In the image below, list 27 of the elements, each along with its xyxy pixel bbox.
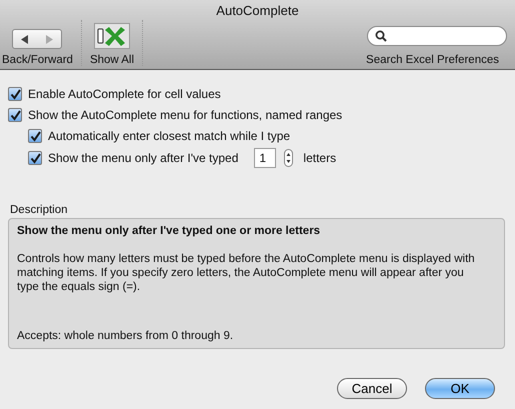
checkbox-label: Show the menu only after I've typed <box>48 151 238 165</box>
back-icon <box>21 34 30 44</box>
window-title: AutoComplete <box>215 2 300 20</box>
checkbox-label: Show the AutoComplete menu for functions, named ranges <box>28 108 342 122</box>
search-field[interactable] <box>367 26 507 46</box>
back-forward-label: Back/Forward <box>2 54 73 66</box>
checkbox[interactable] <box>8 108 22 122</box>
checkbox[interactable] <box>28 151 42 165</box>
search-label: Search Excel Preferences <box>366 54 499 66</box>
description-text: Controls how many letters must be typed before the AutoComplete menu is displayed with matching items. If you specify zero letters, the AutoComplete menu will appear after you type the equals sign (=). <box>17 252 476 294</box>
checkbox[interactable] <box>8 87 22 101</box>
cancel-button[interactable]: Cancel <box>337 378 407 399</box>
excel-icon[interactable] <box>94 23 130 49</box>
ok-button[interactable]: OK <box>425 378 495 399</box>
stepper-icon[interactable] <box>284 149 294 167</box>
letters-label: letters <box>303 151 336 165</box>
description-label: Description <box>10 204 69 216</box>
forward-icon <box>45 34 54 44</box>
checkbox-label: Automatically enter closest match while I type <box>48 129 290 143</box>
search-icon <box>375 30 387 42</box>
accepts-text: Accepts: whole numbers from 0 through 9. <box>17 330 234 342</box>
back-forward-control[interactable] <box>12 29 62 49</box>
checkbox[interactable] <box>28 129 42 143</box>
letter-count-field[interactable]: 1 <box>254 148 276 168</box>
description-heading: Show the menu only after I've typed one or more letters <box>17 225 322 237</box>
checkbox-label: Enable AutoComplete for cell values <box>28 87 221 101</box>
show-all-button[interactable]: Show All <box>90 54 134 66</box>
